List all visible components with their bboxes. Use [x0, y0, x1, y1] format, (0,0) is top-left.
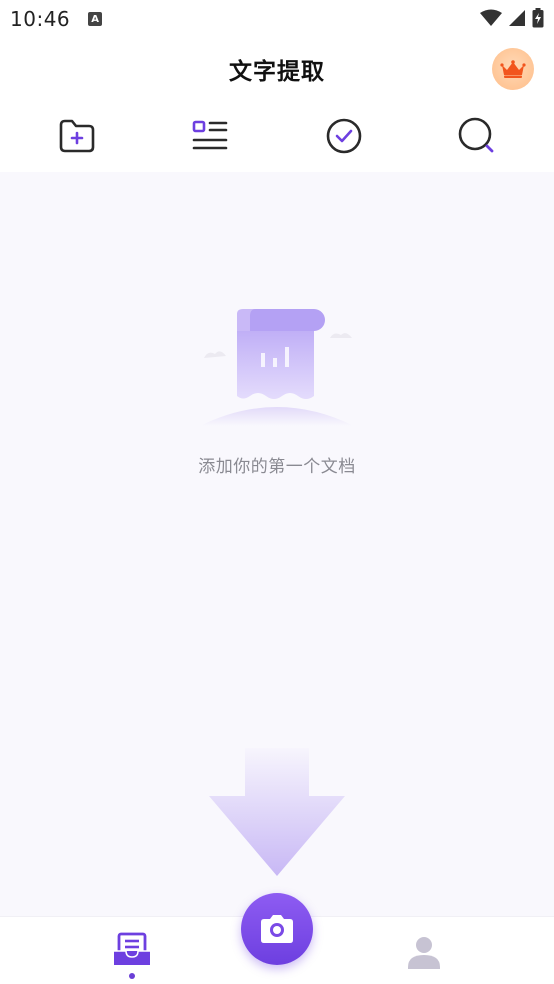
new-folder-button[interactable]	[47, 106, 107, 166]
select-button[interactable]	[314, 106, 374, 166]
arrow-down-icon	[209, 748, 345, 876]
nav-documents-tab[interactable]	[110, 931, 154, 981]
camera-capture-button[interactable]	[241, 893, 313, 965]
toolbar	[0, 100, 554, 172]
document-scroll-illustration	[200, 309, 354, 426]
wifi-icon	[480, 9, 502, 26]
status-time: 10:46	[10, 7, 71, 31]
search-icon	[458, 117, 494, 153]
header: 文字提取	[0, 38, 554, 98]
nav-profile-tab[interactable]	[402, 933, 446, 973]
documents-icon	[114, 932, 150, 965]
signal-icon	[509, 10, 525, 26]
crown-icon	[500, 60, 526, 78]
status-bar: 10:46 A	[0, 0, 554, 38]
vip-button[interactable]	[492, 48, 534, 90]
battery-charging-icon	[532, 8, 544, 28]
check-circle-icon	[326, 118, 362, 154]
screen: 10:46 A 文字提取 添加你的第一个文档	[0, 0, 554, 984]
document-list-area: 添加你的第一个文档	[0, 172, 554, 916]
page-title: 文字提取	[229, 59, 325, 85]
add-folder-icon	[59, 119, 95, 153]
status-icons	[480, 8, 544, 28]
search-button[interactable]	[447, 106, 507, 166]
active-tab-indicator	[129, 973, 135, 979]
empty-state-message: 添加你的第一个文档	[198, 457, 356, 477]
camera-icon	[261, 915, 293, 943]
list-view-button[interactable]	[180, 106, 240, 166]
notification-a-icon: A	[88, 12, 103, 26]
profile-icon	[408, 937, 440, 969]
list-view-icon	[192, 120, 228, 150]
